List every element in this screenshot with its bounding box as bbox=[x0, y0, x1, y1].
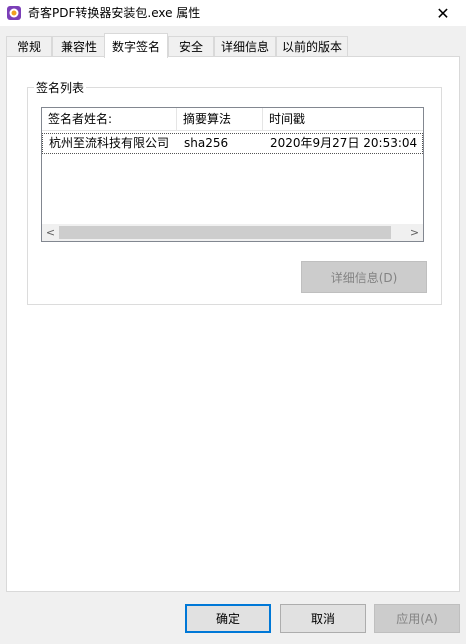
scroll-left-button[interactable]: < bbox=[42, 224, 59, 241]
tab-label: 安全 bbox=[178, 40, 203, 54]
tab-panel: 签名列表 签名者姓名: 摘要算法 时间戳 杭州至流科技有限公司 sha256 2… bbox=[6, 56, 460, 592]
app-icon bbox=[7, 6, 21, 20]
tab-label: 详细信息 bbox=[220, 40, 269, 54]
cell-signer: 杭州至流科技有限公司 bbox=[49, 136, 170, 150]
close-icon: ✕ bbox=[436, 3, 450, 23]
scrollbar-thumb[interactable] bbox=[59, 226, 391, 239]
column-header-algorithm[interactable]: 摘要算法 bbox=[177, 108, 263, 130]
tab-label: 兼容性 bbox=[60, 40, 97, 54]
ok-button-label: 确定 bbox=[215, 612, 240, 626]
apply-button[interactable]: 应用(A) bbox=[374, 604, 460, 633]
cancel-button-label: 取消 bbox=[310, 612, 335, 626]
tab-label: 常规 bbox=[16, 40, 41, 54]
signature-listview[interactable]: 签名者姓名: 摘要算法 时间戳 杭州至流科技有限公司 sha256 2020年9… bbox=[41, 107, 424, 242]
cell-algorithm: sha256 bbox=[184, 136, 229, 150]
group-label: 签名列表 bbox=[34, 79, 87, 96]
title-bar: 奇客PDF转换器安装包.exe 属性 ✕ bbox=[0, 0, 466, 26]
window-title: 奇客PDF转换器安装包.exe 属性 bbox=[28, 6, 201, 20]
tab-security[interactable]: 安全 bbox=[168, 36, 214, 56]
details-button-label: 详细信息(D) bbox=[330, 270, 398, 285]
tab-digital-signatures[interactable]: 数字签名 bbox=[104, 33, 168, 58]
signature-list-group: 签名列表 签名者姓名: 摘要算法 时间戳 杭州至流科技有限公司 sha256 2… bbox=[27, 79, 442, 305]
chevron-right-icon: > bbox=[409, 226, 420, 239]
table-row[interactable]: 杭州至流科技有限公司 sha256 2020年9月27日 20:53:04 bbox=[42, 133, 423, 154]
cell-timestamp: 2020年9月27日 20:53:04 bbox=[270, 136, 418, 150]
column-header-signer[interactable]: 签名者姓名: bbox=[42, 108, 177, 130]
column-header-timestamp[interactable]: 时间戳 bbox=[263, 108, 423, 130]
tab-label: 数字签名 bbox=[111, 39, 160, 54]
listview-header: 签名者姓名: 摘要算法 时间戳 bbox=[42, 108, 423, 131]
tab-previous-versions[interactable]: 以前的版本 bbox=[276, 36, 348, 56]
ok-button[interactable]: 确定 bbox=[185, 604, 271, 633]
tab-compatibility[interactable]: 兼容性 bbox=[52, 36, 106, 56]
close-button[interactable]: ✕ bbox=[420, 0, 466, 26]
details-button[interactable]: 详细信息(D) bbox=[301, 261, 427, 293]
tab-strip: 常规 兼容性 数字签名 安全 详细信息 以前的版本 bbox=[6, 33, 461, 58]
tab-label: 以前的版本 bbox=[281, 40, 342, 54]
cancel-button[interactable]: 取消 bbox=[280, 604, 366, 633]
apply-button-label: 应用(A) bbox=[396, 612, 438, 626]
tab-details[interactable]: 详细信息 bbox=[214, 36, 276, 56]
horizontal-scrollbar[interactable]: < > bbox=[42, 224, 423, 241]
scroll-right-button[interactable]: > bbox=[406, 224, 423, 241]
chevron-left-icon: < bbox=[45, 226, 56, 239]
tab-general[interactable]: 常规 bbox=[6, 36, 52, 56]
